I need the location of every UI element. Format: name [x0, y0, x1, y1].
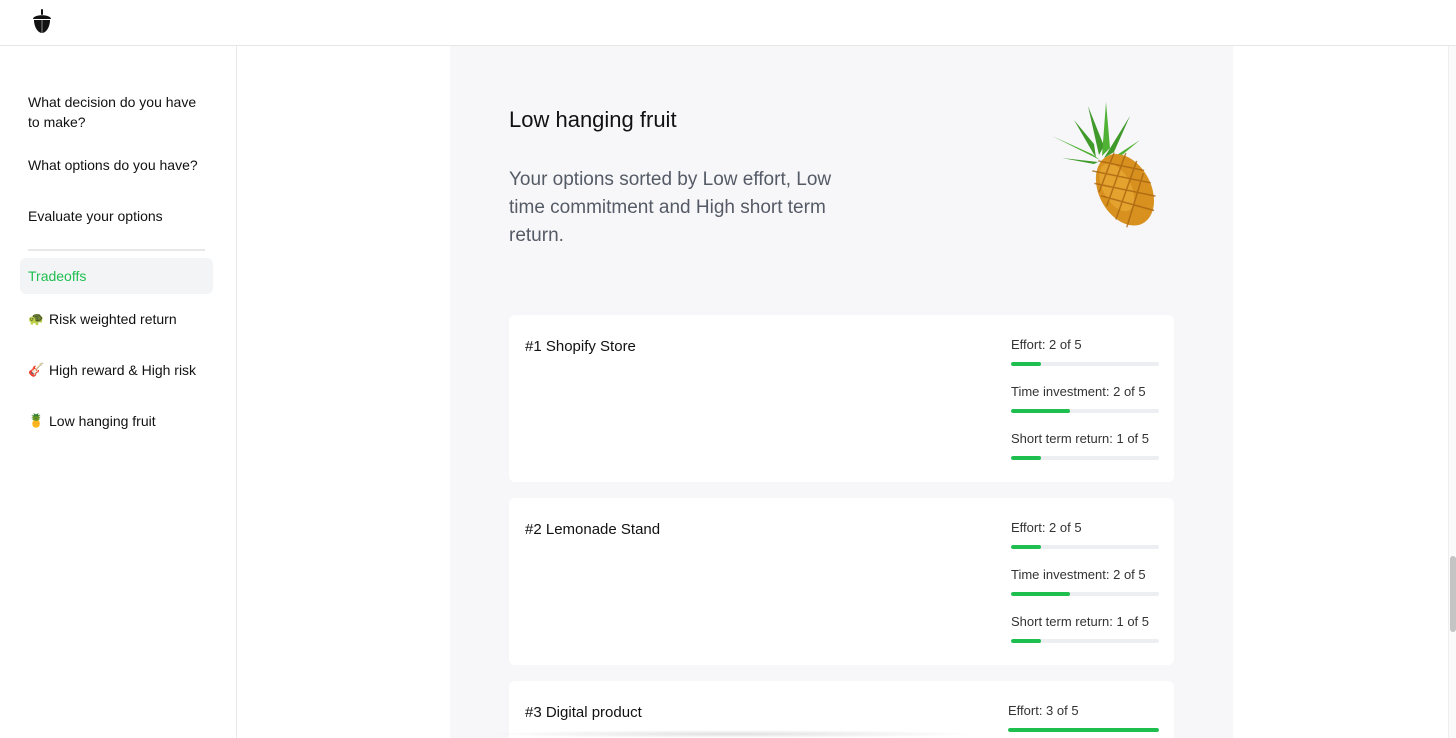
metric-bar-effort: [1011, 545, 1159, 549]
metric-bar-time-investment: [1011, 409, 1159, 413]
sidebar-item-low-hanging-fruit[interactable]: Low hanging fruit: [49, 411, 156, 431]
option-title: #3 Digital product: [525, 704, 642, 721]
option-card[interactable]: #1 Shopify Store Effort: 2 of 5 Time inv…: [509, 315, 1174, 482]
metric-bar-fill: [1008, 728, 1159, 732]
metric-bar-fill: [1011, 545, 1041, 549]
scrollbar-thumb[interactable]: [1450, 556, 1456, 632]
sidebar-item-high-reward-high-risk[interactable]: High reward & High risk: [49, 360, 196, 380]
metric-bar-short-term-return: [1011, 456, 1159, 460]
metric-label-effort: Effort: 2 of 5: [1011, 337, 1082, 352]
sidebar: What decision do you have to make? What …: [0, 46, 237, 738]
metric-label-effort: Effort: 2 of 5: [1011, 520, 1082, 535]
page-title: Low hanging fruit: [509, 107, 677, 132]
metric-bar-effort: [1011, 362, 1159, 366]
metric-label-time-investment: Time investment: 2 of 5: [1011, 384, 1146, 399]
bottom-shadow: [480, 730, 980, 738]
metric-bar-fill: [1011, 409, 1071, 413]
sidebar-item-decision[interactable]: What decision do you have to make?: [28, 92, 208, 132]
metric-label-effort: Effort: 3 of 5: [1008, 703, 1079, 718]
option-title: #2 Lemonade Stand: [525, 521, 661, 538]
pineapple-small-icon: 🍍: [28, 413, 45, 428]
metric-bar-fill: [1011, 639, 1041, 643]
sidebar-item-risk-weighted-return[interactable]: Risk weighted return: [49, 309, 177, 329]
turtle-icon: 🐢: [28, 311, 45, 326]
sidebar-item-evaluate[interactable]: Evaluate your options: [28, 206, 163, 226]
sidebar-item-tradeoffs[interactable]: Tradeoffs: [20, 258, 213, 294]
sidebar-item-options[interactable]: What options do you have?: [28, 155, 198, 175]
sidebar-item-tradeoffs-label: Tradeoffs: [28, 268, 87, 284]
top-bar: [0, 0, 1456, 46]
option-title: #1 Shopify Store: [525, 338, 636, 355]
sidebar-divider: [28, 249, 205, 251]
metric-bar-effort: [1008, 728, 1159, 732]
page-subtitle: Your options sorted by Low effort, Low t…: [509, 169, 832, 246]
metric-label-short-term-return: Short term return: 1 of 5: [1011, 614, 1150, 629]
acorn-icon[interactable]: [30, 8, 54, 36]
metric-bar-time-investment: [1011, 592, 1159, 596]
scrollbar[interactable]: [1448, 46, 1456, 738]
metric-bar-fill: [1011, 362, 1041, 366]
metric-label-time-investment: Time investment: 2 of 5: [1011, 567, 1146, 582]
option-card[interactable]: #2 Lemonade Stand Effort: 2 of 5 Time in…: [509, 498, 1174, 665]
metric-label-short-term-return: Short term return: 1 of 5: [1011, 431, 1150, 446]
guitar-icon: 🎸: [28, 362, 45, 377]
metric-bar-fill: [1011, 456, 1041, 460]
metric-bar-short-term-return: [1011, 639, 1159, 643]
metric-bar-fill: [1011, 592, 1071, 596]
pineapple-icon: [1052, 102, 1156, 228]
